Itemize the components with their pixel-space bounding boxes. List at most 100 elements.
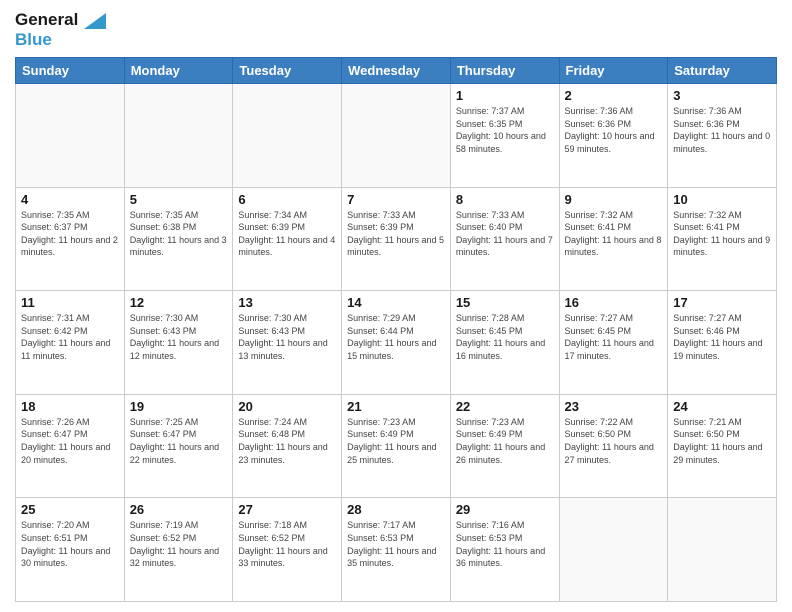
calendar-cell: 3 Sunrise: 7:36 AMSunset: 6:36 PMDaylight… (668, 84, 777, 188)
calendar-cell: 6 Sunrise: 7:34 AMSunset: 6:39 PMDaylight… (233, 187, 342, 291)
day-info: Sunrise: 7:32 AMSunset: 6:41 PMDaylight:… (565, 209, 663, 259)
day-info: Sunrise: 7:29 AMSunset: 6:44 PMDaylight:… (347, 312, 445, 362)
calendar-cell: 28 Sunrise: 7:17 AMSunset: 6:53 PMDayligh… (342, 498, 451, 602)
day-number: 24 (673, 399, 771, 414)
day-number: 2 (565, 88, 663, 103)
day-number: 17 (673, 295, 771, 310)
calendar-cell: 5Sunrise: 7:35 AMSunset: 6:38 PMDaylight… (124, 187, 233, 291)
calendar-cell: 13 Sunrise: 7:30 AMSunset: 6:43 PMDayligh… (233, 291, 342, 395)
day-info: Sunrise: 7:20 AMSunset: 6:51 PMDaylight:… (21, 519, 119, 569)
col-header-wednesday: Wednesday (342, 58, 451, 84)
calendar-cell: 25Sunrise: 7:20 AMSunset: 6:51 PMDayligh… (16, 498, 125, 602)
logo-text: General (15, 10, 107, 30)
day-info: Sunrise: 7:16 AMSunset: 6:53 PMDaylight:… (456, 519, 554, 569)
day-info: Sunrise: 7:37 AMSunset: 6:35 PMDaylight:… (456, 105, 554, 155)
day-info: Sunrise: 7:36 AMSunset: 6:36 PMDaylight:… (565, 105, 663, 155)
page: General Blue SundayMondayTuesdayWednesda… (0, 0, 792, 612)
day-info: Sunrise: 7:23 AMSunset: 6:49 PMDaylight:… (347, 416, 445, 466)
logo-icon (84, 13, 106, 29)
day-number: 10 (673, 192, 771, 207)
col-header-monday: Monday (124, 58, 233, 84)
day-info: Sunrise: 7:24 AMSunset: 6:48 PMDaylight:… (238, 416, 336, 466)
calendar-cell: 1 Sunrise: 7:37 AMSunset: 6:35 PMDaylight… (450, 84, 559, 188)
day-info: Sunrise: 7:33 AMSunset: 6:39 PMDaylight:… (347, 209, 445, 259)
day-number: 14 (347, 295, 445, 310)
calendar-cell (559, 498, 668, 602)
day-number: 23 (565, 399, 663, 414)
calendar-cell (16, 84, 125, 188)
day-number: 12 (130, 295, 228, 310)
calendar-cell: 24 Sunrise: 7:21 AMSunset: 6:50 PMDayligh… (668, 394, 777, 498)
calendar-cell: 23 Sunrise: 7:22 AMSunset: 6:50 PMDayligh… (559, 394, 668, 498)
col-header-thursday: Thursday (450, 58, 559, 84)
day-info: Sunrise: 7:19 AMSunset: 6:52 PMDaylight:… (130, 519, 228, 569)
calendar-cell: 21 Sunrise: 7:23 AMSunset: 6:49 PMDayligh… (342, 394, 451, 498)
calendar-cell: 2 Sunrise: 7:36 AMSunset: 6:36 PMDaylight… (559, 84, 668, 188)
calendar-week-row: 1 Sunrise: 7:37 AMSunset: 6:35 PMDaylight… (16, 84, 777, 188)
calendar-header-row: SundayMondayTuesdayWednesdayThursdayFrid… (16, 58, 777, 84)
day-info: Sunrise: 7:17 AMSunset: 6:53 PMDaylight:… (347, 519, 445, 569)
calendar-cell: 18Sunrise: 7:26 AMSunset: 6:47 PMDayligh… (16, 394, 125, 498)
calendar-cell (342, 84, 451, 188)
day-info: Sunrise: 7:27 AMSunset: 6:45 PMDaylight:… (565, 312, 663, 362)
day-number: 5 (130, 192, 228, 207)
calendar-cell (668, 498, 777, 602)
calendar-cell: 19 Sunrise: 7:25 AMSunset: 6:47 PMDayligh… (124, 394, 233, 498)
day-number: 13 (238, 295, 336, 310)
day-info: Sunrise: 7:30 AMSunset: 6:43 PMDaylight:… (238, 312, 336, 362)
day-number: 21 (347, 399, 445, 414)
day-info: Sunrise: 7:36 AMSunset: 6:36 PMDaylight:… (673, 105, 771, 155)
calendar-cell: 8Sunrise: 7:33 AMSunset: 6:40 PMDaylight… (450, 187, 559, 291)
header: General Blue (15, 10, 777, 49)
day-number: 1 (456, 88, 554, 103)
calendar-cell (233, 84, 342, 188)
col-header-tuesday: Tuesday (233, 58, 342, 84)
calendar-cell: 12Sunrise: 7:30 AMSunset: 6:43 PMDayligh… (124, 291, 233, 395)
calendar-cell: 29 Sunrise: 7:16 AMSunset: 6:53 PMDayligh… (450, 498, 559, 602)
day-info: Sunrise: 7:23 AMSunset: 6:49 PMDaylight:… (456, 416, 554, 466)
day-number: 15 (456, 295, 554, 310)
calendar-week-row: 4 Sunrise: 7:35 AMSunset: 6:37 PMDaylight… (16, 187, 777, 291)
day-number: 11 (21, 295, 119, 310)
calendar-week-row: 11 Sunrise: 7:31 AMSunset: 6:42 PMDayligh… (16, 291, 777, 395)
day-info: Sunrise: 7:32 AMSunset: 6:41 PMDaylight:… (673, 209, 771, 259)
day-number: 19 (130, 399, 228, 414)
logo-blue-text: Blue (15, 30, 107, 50)
day-info: Sunrise: 7:25 AMSunset: 6:47 PMDaylight:… (130, 416, 228, 466)
calendar-cell: 22 Sunrise: 7:23 AMSunset: 6:49 PMDayligh… (450, 394, 559, 498)
day-number: 28 (347, 502, 445, 517)
day-number: 22 (456, 399, 554, 414)
calendar-cell: 20Sunrise: 7:24 AMSunset: 6:48 PMDayligh… (233, 394, 342, 498)
day-number: 3 (673, 88, 771, 103)
calendar-week-row: 18Sunrise: 7:26 AMSunset: 6:47 PMDayligh… (16, 394, 777, 498)
calendar-cell (124, 84, 233, 188)
calendar-cell: 26 Sunrise: 7:19 AMSunset: 6:52 PMDayligh… (124, 498, 233, 602)
day-info: Sunrise: 7:35 AMSunset: 6:37 PMDaylight:… (21, 209, 119, 259)
calendar-cell: 27Sunrise: 7:18 AMSunset: 6:52 PMDayligh… (233, 498, 342, 602)
day-info: Sunrise: 7:27 AMSunset: 6:46 PMDaylight:… (673, 312, 771, 362)
day-info: Sunrise: 7:21 AMSunset: 6:50 PMDaylight:… (673, 416, 771, 466)
day-info: Sunrise: 7:22 AMSunset: 6:50 PMDaylight:… (565, 416, 663, 466)
day-info: Sunrise: 7:34 AMSunset: 6:39 PMDaylight:… (238, 209, 336, 259)
calendar-cell: 14 Sunrise: 7:29 AMSunset: 6:44 PMDayligh… (342, 291, 451, 395)
col-header-friday: Friday (559, 58, 668, 84)
calendar-week-row: 25Sunrise: 7:20 AMSunset: 6:51 PMDayligh… (16, 498, 777, 602)
day-info: Sunrise: 7:28 AMSunset: 6:45 PMDaylight:… (456, 312, 554, 362)
day-info: Sunrise: 7:26 AMSunset: 6:47 PMDaylight:… (21, 416, 119, 466)
logo: General Blue (15, 10, 107, 49)
day-number: 7 (347, 192, 445, 207)
day-info: Sunrise: 7:31 AMSunset: 6:42 PMDaylight:… (21, 312, 119, 362)
calendar-cell: 4 Sunrise: 7:35 AMSunset: 6:37 PMDaylight… (16, 187, 125, 291)
day-number: 29 (456, 502, 554, 517)
col-header-sunday: Sunday (16, 58, 125, 84)
day-number: 8 (456, 192, 554, 207)
calendar-cell: 10 Sunrise: 7:32 AMSunset: 6:41 PMDayligh… (668, 187, 777, 291)
calendar-cell: 17 Sunrise: 7:27 AMSunset: 6:46 PMDayligh… (668, 291, 777, 395)
calendar-cell: 11 Sunrise: 7:31 AMSunset: 6:42 PMDayligh… (16, 291, 125, 395)
day-number: 4 (21, 192, 119, 207)
day-number: 26 (130, 502, 228, 517)
day-number: 9 (565, 192, 663, 207)
calendar-cell: 9 Sunrise: 7:32 AMSunset: 6:41 PMDaylight… (559, 187, 668, 291)
col-header-saturday: Saturday (668, 58, 777, 84)
day-number: 6 (238, 192, 336, 207)
